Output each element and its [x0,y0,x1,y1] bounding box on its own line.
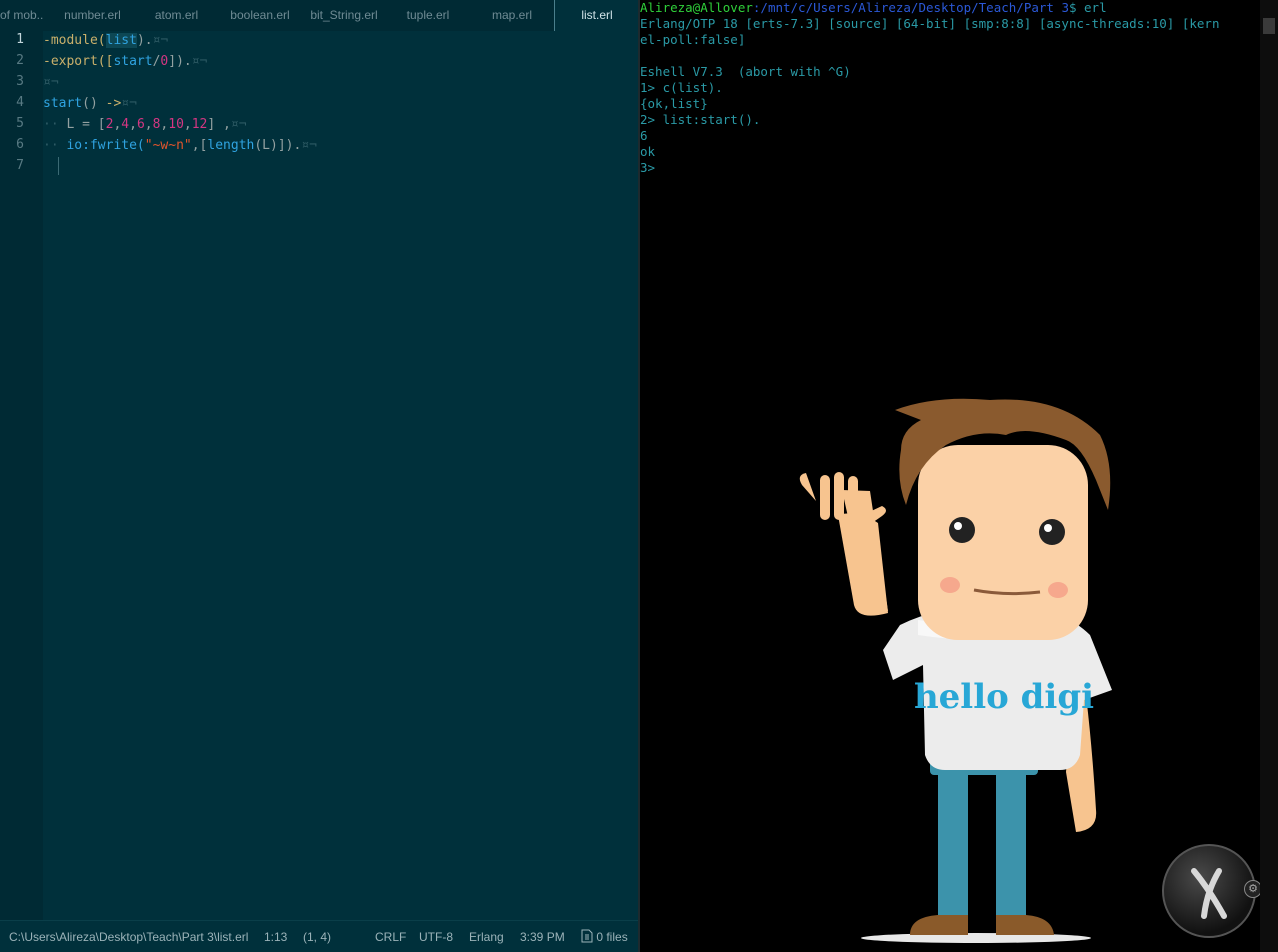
line-number: 2 [16,53,24,68]
code-token: io:fwrite( [66,138,145,153]
code-line-1: -module(list).¤¬ [43,30,168,51]
terminal-scrollbar[interactable] [1260,0,1278,952]
code-token: length [207,138,255,153]
tab-map-erl[interactable]: map.erl [470,0,554,31]
code-line-3: ¤¬ [43,72,59,93]
code-token: -> [105,96,122,111]
code-token: -module( [43,33,106,48]
shirt-text: hello digi [914,677,1094,717]
code-token: ). [136,33,153,48]
code-token: ] , [207,117,231,132]
scrollbar-thumb[interactable] [1263,18,1275,34]
code-token: start [113,54,153,69]
prompt-user: Alireza@Allover [640,0,753,15]
status-line-ending[interactable]: CRLF [375,921,406,952]
status-grammar[interactable]: Erlang [469,921,504,952]
code-token: -export([ [43,54,114,69]
code-token: 12 [191,117,208,132]
line-number: 1 [16,32,24,47]
code-line-5: ·· L = [2,4,6,8,10,12] ,¤¬ [43,117,247,132]
code-token: ]). [168,54,192,69]
code-token: () [82,96,106,111]
terminal-line: 6 [640,128,648,143]
code-token: 10 [168,117,184,132]
tab-number-erl[interactable]: number.erl [50,0,135,31]
logo-x-icon [1191,868,1227,919]
tab-list-erl[interactable]: list.erl [554,0,638,31]
terminal-line: 3> [640,160,656,175]
eol-marker: ¤¬ [43,75,59,90]
tab-bit-string-erl[interactable]: bit_String.erl [302,0,386,31]
terminal-line: Erlang/OTP 18 [erts-7.3] [source] [64-bi… [640,16,1220,31]
line-number: 4 [16,95,24,110]
status-files-label: 0 files [596,930,628,944]
code-token-selected: list [105,33,137,48]
terminal-line: 2> list:start(). [640,112,761,127]
code-token: "~w~n" [144,138,192,153]
indent-marker: ·· [43,138,59,153]
code-token: (L)]). [254,138,302,153]
code-token: 6 [136,117,145,132]
terminal-line: 1> c(list). [640,80,723,95]
eol-marker: ¤¬ [301,138,317,153]
terminal-line: el-poll:false] [640,32,746,47]
code-line-4: start() ->¤¬ [43,93,137,114]
line-number: 7 [16,158,24,173]
terminal-line: Eshell V7.3 (abort with ^G) [640,64,851,79]
status-bar: C:\Users\Alireza\Desktop\Teach\Part 3\li… [0,920,638,952]
tab-boolean-erl[interactable]: boolean.erl [218,0,302,31]
status-cursor-position[interactable]: 1:13 [264,921,287,952]
tab-tuple-erl[interactable]: tuple.erl [386,0,470,31]
terminal-line: ok [640,144,656,159]
code-line-6: ·· io:fwrite("~w~n",[length(L)]).¤¬ [43,135,317,156]
status-selection[interactable]: (1, 4) [303,921,331,952]
mascot-illustration: hello digi [799,398,1112,943]
line-number-gutter: 1 2 3 4 5 6 7 [0,31,43,920]
status-files[interactable]: 0 files [581,921,628,952]
status-file-path[interactable]: C:\Users\Alireza\Desktop\Teach\Part 3\li… [9,921,248,952]
terminal-prompt-line: Alireza@Allover:/mnt/c/Users/Alireza/Des… [640,0,1107,16]
code-token: L = [ [66,117,106,132]
tab-bar: of mob... number.erl atom.erl boolean.er… [0,0,638,31]
line-number: 3 [16,74,24,89]
line-number: 6 [16,137,24,152]
terminal-line: {ok,list} [640,96,708,111]
tab-of-mob[interactable]: of mob... [0,0,44,31]
eol-marker: ¤¬ [230,117,247,132]
eol-marker: ¤¬ [152,33,169,48]
code-token: ,[ [191,138,208,153]
line-number: 5 [16,116,24,131]
code-token: start [43,96,83,111]
prompt-command: $ erl [1068,0,1107,15]
terminal[interactable]: Alireza@Allover:/mnt/c/Users/Alireza/Des… [640,0,1278,952]
eol-marker: ¤¬ [121,96,137,111]
eol-marker: ¤¬ [191,54,208,69]
code-line-2: -export([start/0]).¤¬ [43,51,207,72]
tab-atom-erl[interactable]: atom.erl [135,0,218,31]
status-clock: 3:39 PM [520,930,565,944]
floating-control-button[interactable] [1162,844,1256,938]
text-cursor [58,157,59,175]
code-editor: of mob... number.erl atom.erl boolean.er… [0,0,638,952]
status-encoding[interactable]: UTF-8 [419,921,453,952]
code-area[interactable]: -module(list).¤¬ -export([start/0]).¤¬ ¤… [43,31,638,920]
indent-marker: ·· [43,117,59,132]
prompt-path: :/mnt/c/Users/Alireza/Desktop/Teach/Part… [752,0,1069,15]
file-icon [581,929,593,943]
code-token: 4 [121,117,130,132]
